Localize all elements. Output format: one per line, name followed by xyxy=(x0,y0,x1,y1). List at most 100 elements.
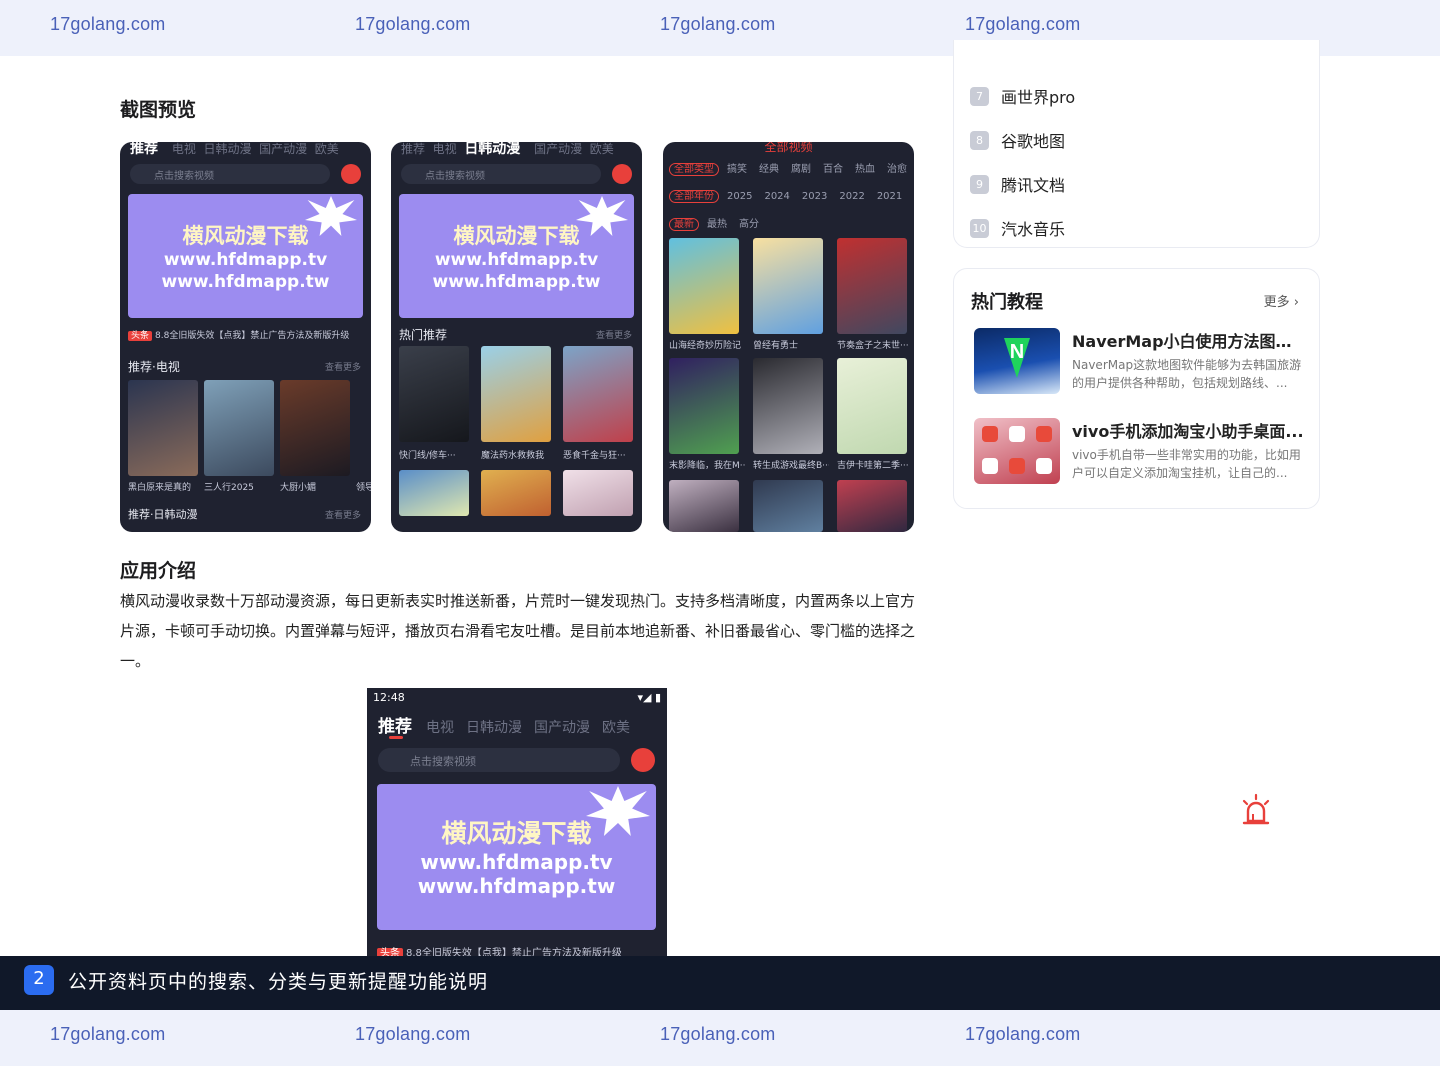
filter-chip: 腐剧 xyxy=(791,164,811,175)
notice-tag: 头条 xyxy=(377,948,403,956)
tab-bar: 推荐 电视 日韩动漫 国产动漫 欧美 xyxy=(401,142,614,158)
poster-caption: 山海经奇妙历险记 xyxy=(669,341,742,351)
promo-banner: 横风动漫下载 www.hfdmapp.tv www.hfdmapp.tw xyxy=(399,194,634,318)
poster xyxy=(481,346,551,442)
row-more: 查看更多 xyxy=(595,331,632,341)
tab-label: 欧美 xyxy=(589,142,614,156)
tutorial-thumbnail: N xyxy=(974,328,1060,394)
filter-chip: 搞笑 xyxy=(727,164,747,175)
poster-caption: 大厨小媚 xyxy=(280,483,317,493)
status-time: 12:48 xyxy=(373,691,405,704)
poster-caption: 领导 xyxy=(356,483,371,493)
search-box: 点击搜索视频 xyxy=(378,748,620,772)
banner-url: www.hfdmapp.tw xyxy=(161,272,330,292)
tutorial-item[interactable]: vivo手机添加淘宝小助手桌面... vivo手机自带一些非常实用的功能，比如用… xyxy=(974,418,1304,486)
tutorial-thumbnail xyxy=(974,418,1060,484)
ranking-item[interactable]: 8 谷歌地图 xyxy=(970,129,1065,151)
ranking-card: 7 画世界pro 8 谷歌地图 9 腾讯文档 10 汽水音乐 xyxy=(953,40,1320,248)
poster xyxy=(753,238,823,334)
filter-chip: 全部类型 xyxy=(669,163,719,176)
watermark-text: 17golang.com xyxy=(965,14,1081,34)
filter-row-year: 全部年份2025202420232022202120 xyxy=(669,187,914,203)
rank-label: 画世界pro xyxy=(1001,88,1076,107)
search-box: 点击搜索视频 xyxy=(130,164,330,184)
watermark-text: 17golang.com xyxy=(660,14,776,34)
poster xyxy=(128,380,198,476)
tab-bar: 推荐 电视 日韩动漫 国产动漫 欧美 xyxy=(130,142,339,158)
screenshot-2[interactable]: 推荐 电视 日韩动漫 国产动漫 欧美 点击搜索视频 横风动漫下载 www.hfd… xyxy=(391,142,642,532)
filter-row-sort: 最新 最热 高分 xyxy=(669,215,771,231)
watermark-text: 17golang.com xyxy=(355,14,471,34)
tab-label: 日韩动漫 xyxy=(466,720,522,736)
tab-label: 电视 xyxy=(171,142,196,156)
screenshot-gallery: 推荐 电视 日韩动漫 国产动漫 欧美 点击搜索视频 横风动漫下载 www.hfd… xyxy=(120,142,914,532)
ranking-item[interactable]: 10 汽水音乐 xyxy=(970,217,1065,239)
navermap-logo-icon: N xyxy=(1004,338,1030,378)
poster-caption: 节奏盒子之末世··· xyxy=(837,341,909,351)
notice-text: 8.8全旧版失效【点我】禁止广告方法及新版升级 xyxy=(406,948,622,956)
tab-label: 日韩动漫 xyxy=(203,142,252,156)
rank-number: 7 xyxy=(970,86,989,106)
caption-number-badge: 2 xyxy=(24,965,54,995)
alarm-icon[interactable] xyxy=(1240,793,1272,827)
filter-chip: 2022 xyxy=(839,191,865,202)
poster-caption: 吉伊卡哇第二季··· xyxy=(837,461,909,471)
rank-number: 9 xyxy=(970,174,989,194)
ranking-item[interactable]: 9 腾讯文档 xyxy=(970,173,1065,195)
rank-label: 谷歌地图 xyxy=(1001,132,1066,151)
watermark-bar-bottom: 17golang.com 17golang.com 17golang.com 1… xyxy=(0,1010,1440,1066)
filter-chip: 2021 xyxy=(876,191,903,202)
filter-chip: 最新 xyxy=(669,218,699,231)
banner-url: www.hfdmapp.tw xyxy=(417,874,616,898)
svg-text:N: N xyxy=(1010,341,1024,363)
row-title: 推荐·电视 xyxy=(128,360,180,374)
tutorial-desc: vivo手机自带一些非常实用的功能，比如用户可以自定义添加淘宝挂机，让自己的..… xyxy=(1072,448,1301,480)
poster xyxy=(399,470,469,516)
poster xyxy=(481,470,551,516)
rank-number: 10 xyxy=(970,218,989,238)
filter-chip: 高分 xyxy=(739,219,759,230)
filter-chip: 全部年份 xyxy=(669,190,719,203)
filter-chip: 2023 xyxy=(801,191,828,202)
banner-url: www.hfdmapp.tv xyxy=(163,250,328,270)
promo-banner: 横风动漫下载 www.hfdmapp.tv www.hfdmapp.tw xyxy=(128,194,363,318)
banner-url: www.hfdmapp.tv xyxy=(420,850,613,874)
row-title: 推荐·日韩动漫 xyxy=(128,508,198,521)
tab-label: 国产动漫 xyxy=(534,142,583,156)
filter-row-type: 全部类型 搞笑 经典 腐剧 百合 热血 治愈 xyxy=(669,160,914,176)
watermark-text: 17golang.com xyxy=(965,1024,1081,1044)
notice-text: 8.8全旧版失效【点我】禁止广告方法及新版升级 xyxy=(155,331,350,341)
poster xyxy=(753,480,823,532)
filter-chip: 2025 xyxy=(727,191,753,202)
row-title: 热门推荐 xyxy=(399,328,448,342)
more-label: 更多 xyxy=(1263,295,1290,310)
poster-caption: 恶食千金与狂··· xyxy=(563,451,626,461)
tab-label: 电视 xyxy=(426,720,454,736)
filter-chip: 百合 xyxy=(823,164,843,175)
notice-line: 头条 8.8全旧版失效【点我】禁止广告方法及新版升级 xyxy=(128,328,349,341)
tutorial-title: vivo手机添加淘宝小助手桌面... xyxy=(1072,422,1304,441)
notice-tag: 头条 xyxy=(128,331,153,341)
poster xyxy=(399,346,469,442)
ranking-item[interactable]: 7 画世界pro xyxy=(970,85,1075,107)
tab-label: 推荐 xyxy=(130,142,158,157)
screenshot-3[interactable]: 全部视频 全部类型 搞笑 经典 腐剧 百合 热血 治愈 全部年份 2025 2024 2023 20… xyxy=(663,142,914,532)
poster xyxy=(669,358,739,454)
screenshot-1[interactable]: 推荐 电视 日韩动漫 国产动漫 欧美 点击搜索视频 横风动漫下载 www.hfd… xyxy=(120,142,371,532)
intro-title: 应用介绍 xyxy=(120,560,197,582)
tab-label: 国产动漫 xyxy=(259,142,308,156)
app-grid-icon xyxy=(982,426,1052,474)
poster xyxy=(563,346,633,442)
banner-title: 横风动漫下载 xyxy=(182,224,309,248)
more-link[interactable]: 更多 › xyxy=(1264,291,1299,310)
intro-text: 横风动漫收录数十万部动漫资源，每日更新表实时推送新番，片荒时一键发现热门。支持多… xyxy=(120,592,916,670)
poster-caption: 黑白原来是真的 xyxy=(128,483,192,493)
poster-caption: 魔法药水救救我 xyxy=(481,451,545,461)
poster xyxy=(837,238,907,334)
tutorials-card: 热门教程 更多 › N NaverMap小白使用方法图文... NaverMap… xyxy=(953,268,1320,509)
filter-icon xyxy=(612,164,632,184)
tutorials-title: 热门教程 xyxy=(971,292,1043,313)
tutorial-item[interactable]: N NaverMap小白使用方法图文... NaverMap这款地图软件能够为去… xyxy=(974,328,1304,396)
tab-bar: 推荐 电视 日韩动漫 国产动漫 欧美 xyxy=(378,712,642,737)
rank-label: 汽水音乐 xyxy=(1001,220,1066,239)
